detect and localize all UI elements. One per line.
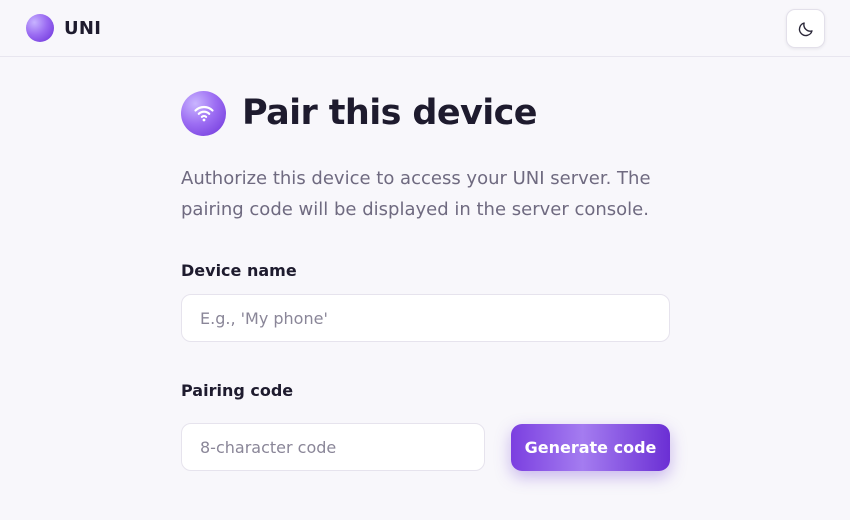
pairing-panel: Pair this device Authorize this device t… (181, 90, 670, 471)
theme-toggle-button[interactable] (786, 9, 825, 48)
title-row: Pair this device (181, 90, 670, 136)
uni-logo-icon (26, 14, 54, 42)
device-name-label: Device name (181, 261, 297, 280)
pairing-code-label: Pairing code (181, 381, 294, 400)
generate-code-button[interactable]: Generate code (511, 424, 670, 471)
brand[interactable]: UNI (26, 14, 101, 42)
page-description: Authorize this device to access your UNI… (181, 168, 651, 220)
device-name-input[interactable] (181, 294, 670, 342)
pairing-code-input[interactable] (181, 423, 485, 471)
wifi-icon (181, 90, 226, 136)
page-title: Pair this device (242, 93, 538, 133)
moon-icon (798, 21, 813, 36)
app-name: UNI (64, 17, 102, 39)
top-bar: UNI (0, 0, 850, 57)
